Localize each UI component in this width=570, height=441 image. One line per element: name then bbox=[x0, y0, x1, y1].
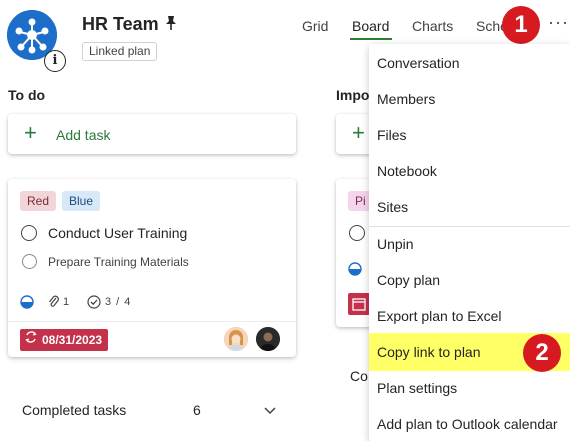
menu-item-outlook-calendar[interactable]: Add plan to Outlook calendar bbox=[369, 406, 570, 441]
plus-icon: + bbox=[352, 120, 365, 145]
add-task-button[interactable]: + Add task bbox=[8, 114, 296, 154]
plus-icon: + bbox=[24, 120, 37, 145]
card-divider bbox=[8, 321, 296, 322]
menu-item-conversation[interactable]: Conversation bbox=[369, 45, 570, 81]
add-task-label: Add task bbox=[56, 127, 111, 143]
menu-item-sites[interactable]: Sites bbox=[369, 189, 570, 225]
callout-1: 1 bbox=[502, 6, 540, 44]
callout-2: 2 bbox=[523, 334, 561, 372]
active-tab-indicator bbox=[350, 38, 392, 40]
avatar[interactable] bbox=[256, 327, 280, 351]
calendar-repeat-icon bbox=[24, 329, 38, 351]
plan-title: HR Team bbox=[82, 14, 159, 34]
task-title[interactable]: Conduct User Training bbox=[48, 225, 187, 241]
progress-icon bbox=[20, 295, 34, 314]
completed-tasks-count: 6 bbox=[193, 402, 201, 418]
column-title-todo: To do bbox=[8, 87, 46, 103]
linked-plan-tag: Linked plan bbox=[82, 42, 158, 61]
due-date: 08/31/2023 bbox=[42, 333, 103, 347]
menu-item-copy-plan[interactable]: Copy plan bbox=[369, 262, 570, 298]
pin-icon[interactable] bbox=[162, 14, 180, 32]
checklist-progress: 3 / 4 bbox=[105, 296, 132, 308]
completed-tasks-label-2[interactable]: Co bbox=[350, 368, 368, 384]
attachment-count: 1 bbox=[63, 296, 70, 308]
menu-item-unpin[interactable]: Unpin bbox=[369, 226, 570, 262]
label-red: Red bbox=[20, 191, 57, 211]
calendar-icon bbox=[348, 293, 370, 315]
avatar[interactable] bbox=[224, 327, 248, 351]
completed-tasks-label[interactable]: Completed tasks bbox=[22, 402, 126, 418]
tab-charts[interactable]: Charts bbox=[412, 18, 453, 34]
menu-item-members[interactable]: Members bbox=[369, 81, 570, 117]
tab-board[interactable]: Board bbox=[352, 18, 389, 34]
task-card[interactable]: Red Blue Conduct User Training Prepare T… bbox=[8, 179, 296, 357]
chevron-down-icon[interactable] bbox=[263, 403, 277, 421]
progress-icon bbox=[348, 262, 362, 281]
menu-item-files[interactable]: Files bbox=[369, 117, 570, 153]
attachment-icon bbox=[48, 295, 60, 314]
menu-item-export-excel[interactable]: Export plan to Excel bbox=[369, 298, 570, 334]
menu-item-plan-settings[interactable]: Plan settings bbox=[369, 370, 570, 406]
due-date-badge: 08/31/2023 bbox=[20, 329, 109, 351]
info-icon[interactable]: i bbox=[44, 50, 66, 72]
checklist-item: Prepare Training Materials bbox=[48, 255, 189, 269]
plan-options-menu: Conversation Members Files Notebook Site… bbox=[369, 44, 570, 441]
checklist-icon bbox=[87, 295, 101, 314]
complete-task-radio[interactable] bbox=[21, 225, 37, 241]
label-blue: Blue bbox=[62, 191, 101, 211]
more-icon[interactable]: ··· bbox=[548, 12, 569, 33]
column-title-important: Impo bbox=[336, 87, 370, 103]
checklist-item-radio[interactable] bbox=[22, 254, 37, 269]
complete-task-radio[interactable] bbox=[349, 225, 365, 241]
menu-item-notebook[interactable]: Notebook bbox=[369, 153, 570, 189]
tab-grid[interactable]: Grid bbox=[302, 18, 328, 34]
